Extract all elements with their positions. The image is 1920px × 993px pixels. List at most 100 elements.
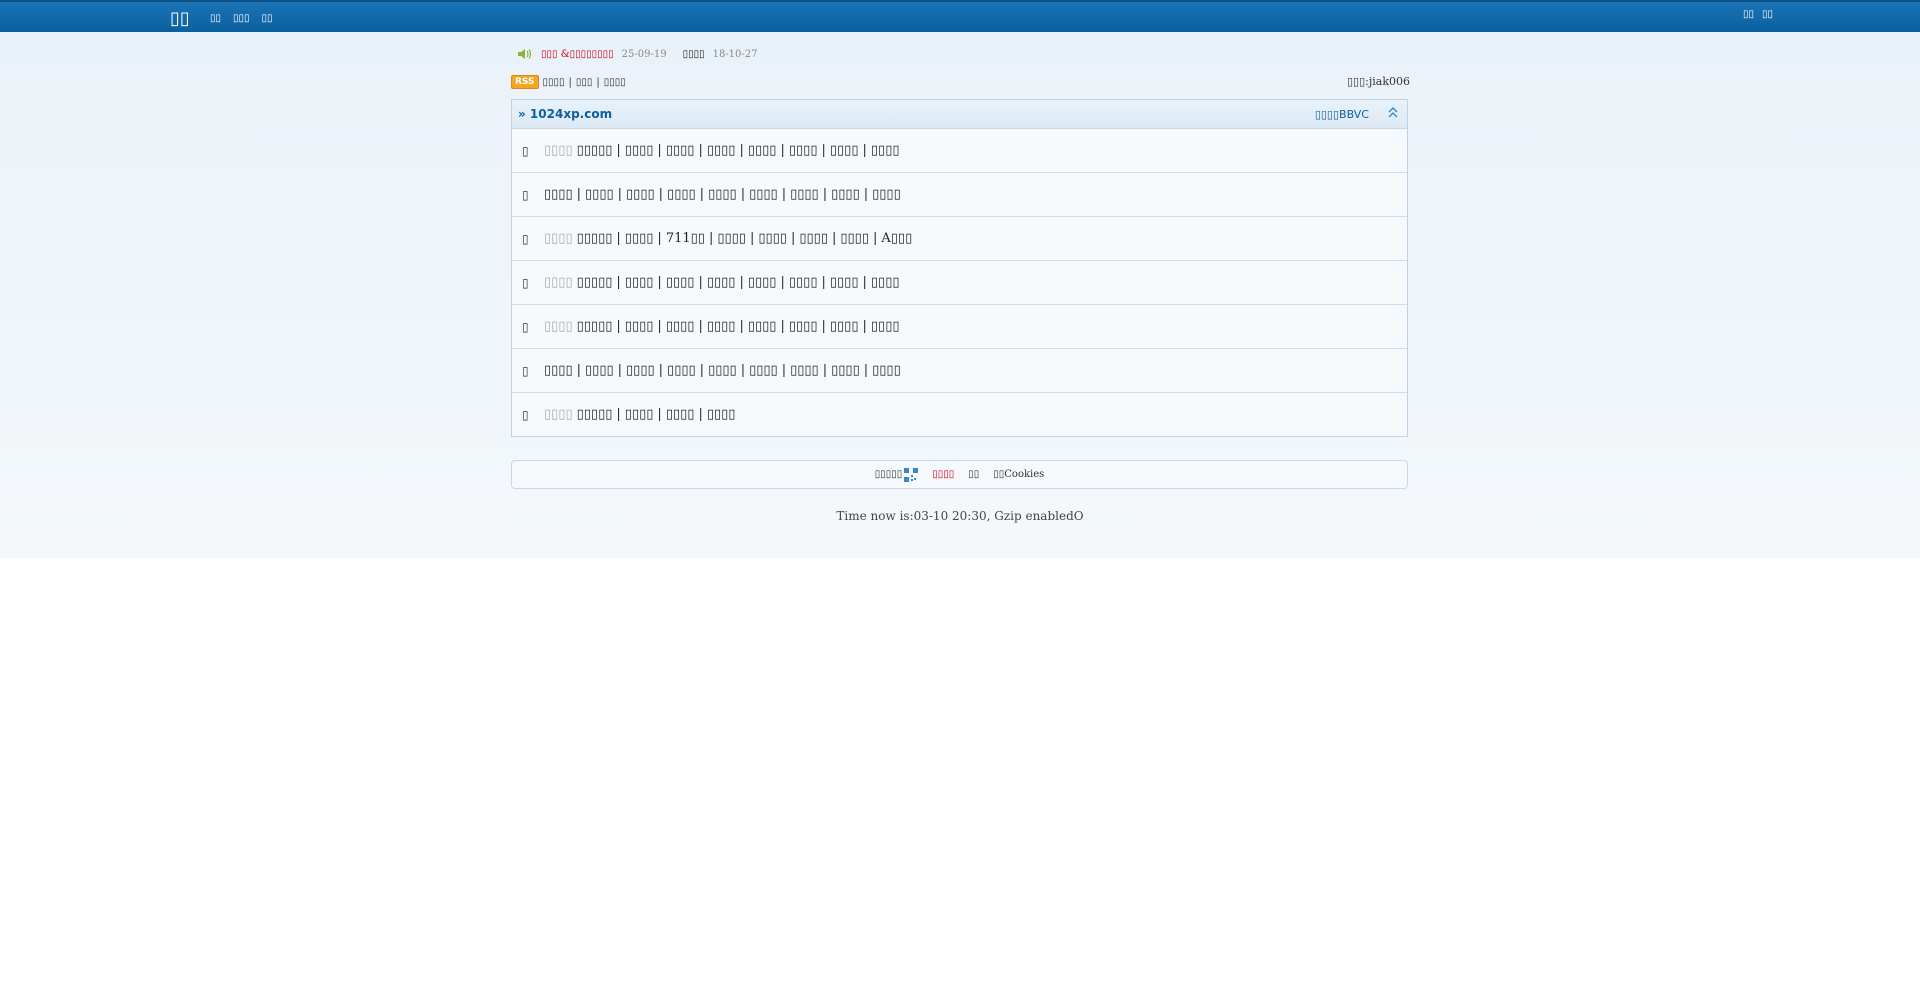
separator: | <box>617 363 623 378</box>
subforum-link[interactable]: ▯▯▯▯ <box>626 363 655 378</box>
subforum-link[interactable]: ▯▯▯▯ <box>625 407 654 422</box>
forum-category-header: » 1024xp.com ▯▯▯▯BBVC <box>512 100 1407 129</box>
subforum-link[interactable]: ▯▯▯▯ <box>707 407 736 422</box>
separator: | <box>821 275 826 290</box>
footer-link-2[interactable]: ▯▯ <box>968 469 979 480</box>
subforum-link[interactable]: ▯▯▯▯ <box>625 275 654 290</box>
top-nav-item-1[interactable]: ▯▯ <box>210 13 221 24</box>
subforum-link[interactable]: ▯▯▯▯ <box>585 363 614 378</box>
separator: | <box>698 407 703 422</box>
notice-bar: ▯▯▯ &▯▯▯▯▯▯▯▯ 25-09-19 ▯▯▯▯ 18-10-27 <box>517 48 766 60</box>
notice-date: 25-09-19 <box>621 48 667 60</box>
subforum-link[interactable]: ▯▯▯▯ <box>872 187 901 202</box>
subforum-link[interactable]: ▯▯▯▯ <box>830 319 859 334</box>
footer-cookies-link[interactable]: ▯▯Cookies <box>993 469 1044 480</box>
separator: | <box>657 143 662 158</box>
separator: | <box>658 363 664 378</box>
subforum-link[interactable]: ▯▯▯▯ <box>667 187 696 202</box>
forum-category-right-text[interactable]: ▯▯▯▯BBVC <box>1315 108 1369 121</box>
separator: | <box>781 187 787 202</box>
subforum-link[interactable]: ▯▯▯▯ <box>666 275 695 290</box>
subforum-link[interactable]: ▯▯▯▯ <box>871 143 900 158</box>
subforum-link[interactable]: ▯▯▯▯ <box>872 363 901 378</box>
subforum-link[interactable]: ▯▯▯▯ <box>871 319 900 334</box>
subforum-link[interactable]: 711▯▯ <box>666 231 705 246</box>
subforum-link[interactable]: ▯▯▯▯ <box>625 231 654 246</box>
rss-row: RSS ▯▯▯▯ | ▯▯▯ | ▯▯▯▯ <box>511 75 626 89</box>
subforum-link[interactable]: ▯▯▯▯ <box>749 363 778 378</box>
rss-link-2[interactable]: ▯▯▯ <box>576 77 593 88</box>
subforum-link[interactable]: ▯▯▯▯ <box>789 275 818 290</box>
subforum-link[interactable]: ▯▯▯▯ <box>707 275 736 290</box>
qr-group[interactable]: ▯▯▯▯▯ <box>875 467 919 482</box>
subforum-link[interactable]: ▯▯▯▯ <box>544 363 573 378</box>
subforum-link[interactable]: ▯▯▯▯ <box>666 407 695 422</box>
subforum-link[interactable]: ▯▯▯▯ <box>707 319 736 334</box>
row-icon: ▯ <box>522 407 529 422</box>
separator: | <box>596 76 600 88</box>
subforum-link[interactable]: ▯▯▯▯ <box>708 187 737 202</box>
top-right-link-1[interactable]: ▯▯ <box>1743 9 1754 20</box>
subforum-link[interactable]: ▯▯▯▯ <box>758 231 787 246</box>
top-nav: ▯▯ ▯▯▯ ▯▯ <box>210 13 273 24</box>
subforum-link[interactable]: ▯▯▯▯ <box>666 143 695 158</box>
separator: | <box>780 143 785 158</box>
subforum-link[interactable]: ▯▯▯▯ <box>626 187 655 202</box>
subforum-link[interactable]: ▯▯▯▯▯ <box>577 231 613 246</box>
subforum-link[interactable]: ▯▯▯▯ <box>748 143 777 158</box>
subforum-link[interactable]: A▯▯▯ <box>881 231 912 246</box>
separator: | <box>780 275 785 290</box>
subforum-link[interactable]: ▯▯▯▯ <box>585 187 614 202</box>
subforum-link[interactable]: ▯▯▯▯ <box>708 363 737 378</box>
row-icon: ▯ <box>522 275 529 290</box>
separator: | <box>780 319 785 334</box>
subforum-link[interactable]: ▯▯▯▯ <box>544 187 573 202</box>
subforum-link[interactable]: ▯▯▯▯▯ <box>577 143 613 158</box>
collapse-icon[interactable] <box>1387 106 1399 120</box>
subforum-link[interactable]: ▯▯▯▯ <box>625 143 654 158</box>
subforum-link[interactable]: ▯▯▯▯ <box>831 363 860 378</box>
subforum-link[interactable]: ▯▯▯▯▯ <box>577 319 613 334</box>
subforum-link[interactable]: ▯▯▯▯ <box>840 231 869 246</box>
top-nav-item-3[interactable]: ▯▯ <box>262 13 273 24</box>
row-prefix-label: ▯▯▯▯ <box>544 319 573 334</box>
subforum-link[interactable]: ▯▯▯▯ <box>830 275 859 290</box>
footer-red-link[interactable]: ▯▯▯▯ <box>932 469 954 480</box>
separator: | <box>658 187 664 202</box>
rss-link-3[interactable]: ▯▯▯▯ <box>604 77 626 88</box>
subforum-link[interactable]: ▯▯▯▯ <box>790 363 819 378</box>
subforum-link[interactable]: ▯▯▯▯ <box>667 363 696 378</box>
separator: | <box>698 319 703 334</box>
separator: | <box>739 275 744 290</box>
subforum-link[interactable]: ▯▯▯▯▯ <box>577 275 613 290</box>
subforum-link[interactable]: ▯▯▯▯ <box>831 187 860 202</box>
subforum-link[interactable]: ▯▯▯▯ <box>871 275 900 290</box>
notice-second-title[interactable]: ▯▯▯▯ <box>683 49 705 60</box>
subforum-link[interactable]: ▯▯▯▯ <box>789 319 818 334</box>
subforum-link[interactable]: ▯▯▯▯ <box>717 231 746 246</box>
subforum-link[interactable]: ▯▯▯▯ <box>707 143 736 158</box>
moderator-label: ▯▯▯:jiak006 <box>1346 75 1410 88</box>
top-nav-item-2[interactable]: ▯▯▯ <box>233 13 250 24</box>
subforum-link[interactable]: ▯▯▯▯ <box>666 319 695 334</box>
top-right-link-2[interactable]: ▯▯ <box>1762 9 1773 20</box>
subforum-link[interactable]: ▯▯▯▯ <box>625 319 654 334</box>
rss-icon[interactable]: RSS <box>511 75 539 89</box>
separator: | <box>698 275 703 290</box>
subforum-link[interactable]: ▯▯▯▯ <box>749 187 778 202</box>
notice-title-link[interactable]: ▯▯▯ &▯▯▯▯▯▯▯▯ <box>541 49 614 60</box>
separator: | <box>617 187 623 202</box>
subforum-link[interactable]: ▯▯▯▯ <box>789 143 818 158</box>
separator: | <box>708 231 714 246</box>
subforum-link[interactable]: ▯▯▯▯ <box>748 275 777 290</box>
separator: | <box>657 275 662 290</box>
subforum-link[interactable]: ▯▯▯▯ <box>830 143 859 158</box>
subforum-link[interactable]: ▯▯▯▯▯ <box>577 407 613 422</box>
subforum-link[interactable]: ▯▯▯▯ <box>799 231 828 246</box>
row-prefix-label: ▯▯▯▯ <box>544 275 573 290</box>
forum-category-title[interactable]: » 1024xp.com <box>518 107 612 121</box>
subforum-link[interactable]: ▯▯▯▯ <box>748 319 777 334</box>
site-logo[interactable]: ▯▯ <box>170 8 190 29</box>
subforum-link[interactable]: ▯▯▯▯ <box>790 187 819 202</box>
rss-link-1[interactable]: ▯▯▯▯ <box>543 77 565 88</box>
